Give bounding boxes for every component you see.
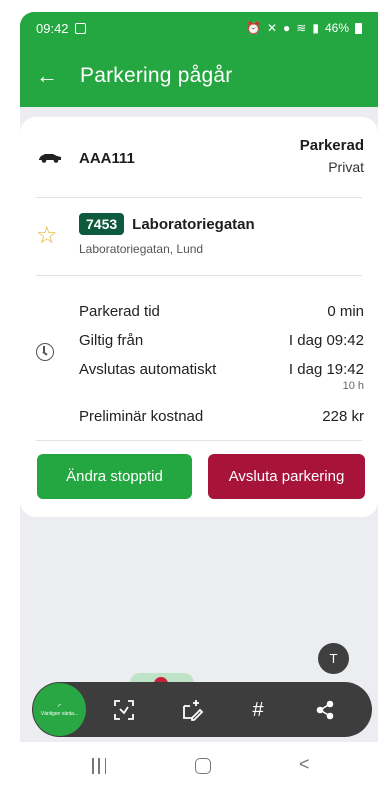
detail-row: Preliminär kostnad 228 kr: [79, 408, 364, 425]
detail-value: I dag 19:42: [288, 361, 364, 378]
status-bar: 09:42 ⏰ ✕ ● ≋ ▮ 46%: [20, 12, 378, 44]
loading-icon: ◜: [57, 701, 62, 711]
zone-title: 7453 Laboratoriegatan: [79, 213, 255, 235]
detail-value: 0 min: [327, 303, 364, 320]
recent-apps-icon[interactable]: [92, 758, 106, 774]
back-nav-icon[interactable]: <: [299, 754, 310, 775]
hashtag-icon[interactable]: #: [244, 696, 272, 724]
end-parking-button[interactable]: Avsluta parkering: [208, 454, 365, 499]
app-bar: ← Parkering pågår: [20, 44, 378, 107]
image-notification-icon: [74, 22, 86, 34]
share-icon[interactable]: [311, 696, 339, 724]
detail-row: Parkerad tid 0 min: [79, 303, 364, 320]
home-icon[interactable]: [195, 758, 211, 774]
text-recognition-icon[interactable]: T: [318, 643, 349, 674]
car-icon: [39, 154, 61, 163]
parking-status: Parkerad Privat: [300, 137, 364, 175]
license-plate: AAA111: [79, 150, 135, 167]
detail-label: Preliminär kostnad: [79, 408, 204, 425]
clock-icon: [36, 343, 54, 361]
detail-row: Giltig från I dag 09:42: [79, 332, 364, 349]
mute-icon: ✕: [266, 21, 278, 35]
zone-row: ☆ 7453 Laboratoriegatan Laboratoriegatan…: [20, 199, 378, 273]
zone-name: Laboratoriegatan: [132, 215, 255, 233]
status-time: 09:42: [36, 20, 69, 36]
scan-icon[interactable]: [110, 696, 138, 724]
details-section: Parkerad tid 0 min Giltig från I dag 09:…: [20, 287, 378, 437]
capture-preview-button[interactable]: ◜ Vänligen vänta...: [33, 683, 86, 736]
divider: [36, 440, 362, 441]
detail-label: Giltig från: [79, 332, 144, 349]
signal-icon: ▮: [312, 21, 319, 35]
parking-card: AAA111 Parkerad Privat ☆ 7453 Laboratori…: [20, 117, 378, 517]
detail-duration: 10 h: [342, 380, 364, 392]
system-navigation-bar: <: [20, 742, 378, 795]
location-icon: ●: [283, 21, 291, 35]
divider: [36, 197, 362, 198]
wait-label: Vänligen vänta...: [40, 711, 79, 718]
zone-code-badge: 7453: [79, 213, 125, 235]
arrow-left-icon[interactable]: ←: [36, 63, 64, 89]
alarm-icon: ⏰: [246, 21, 261, 35]
battery-icon: [355, 22, 362, 34]
status-icons: ⏰ ✕ ● ≋ ▮ 46%: [246, 21, 362, 35]
detail-label: Avslutas automatiskt: [79, 361, 217, 378]
change-stop-time-button[interactable]: Ändra stopptid: [37, 454, 192, 499]
star-icon[interactable]: ☆: [36, 221, 58, 250]
page-title: Parkering pågår: [80, 63, 233, 87]
battery-level: 46%: [324, 21, 349, 35]
detail-row: Avslutas automatiskt I dag 19:42 10 h: [79, 361, 364, 392]
detail-value: I dag 09:42: [288, 332, 364, 349]
wifi-icon: ≋: [296, 21, 307, 35]
capture-toolbar: ◜ Vänligen vänta... #: [32, 682, 372, 737]
vehicle-type: Privat: [328, 159, 364, 175]
status-label: Parkerad: [299, 137, 364, 154]
detail-label: Parkerad tid: [79, 303, 160, 320]
detail-value: 228 kr: [322, 408, 364, 425]
divider: [36, 275, 362, 276]
phone-screen: 09:42 ⏰ ✕ ● ≋ ▮ 46% ← Parkering pågår AA…: [20, 12, 378, 795]
edit-capture-icon[interactable]: [178, 696, 206, 724]
zone-address: Laboratoriegatan, Lund: [79, 242, 204, 256]
vehicle-row: AAA111 Parkerad Privat: [20, 117, 378, 197]
